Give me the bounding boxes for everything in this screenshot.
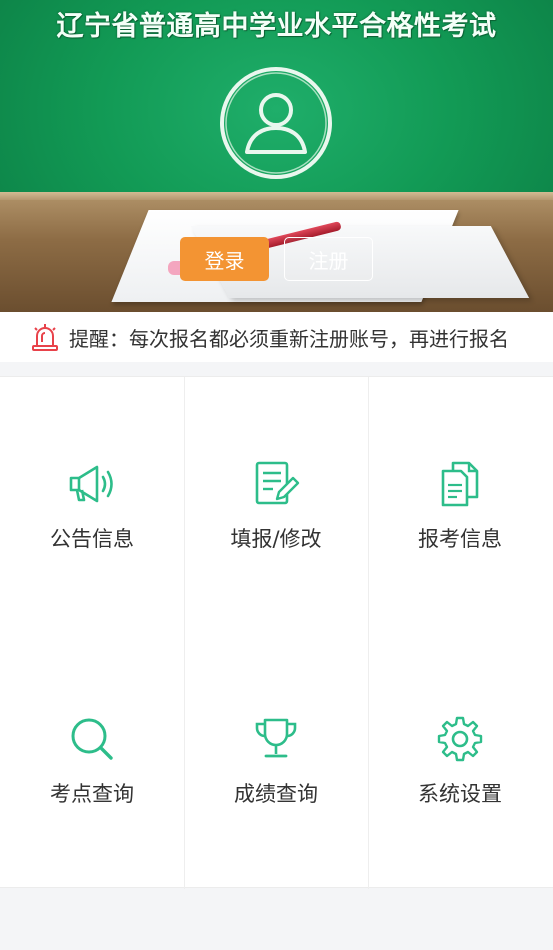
user-avatar-icon[interactable] (219, 66, 333, 180)
menu-item-score-search[interactable]: 成绩查询 (184, 632, 368, 887)
notice-bar: 提醒：每次报名都必须重新注册账号，再进行报名 (0, 312, 553, 362)
menu-item-fill-edit[interactable]: 填报/修改 (184, 377, 368, 632)
menu-grid: 公告信息 填报/修改 报考信息 考点查询 成绩查询 系统设置 (0, 376, 553, 889)
menu-item-label: 报考信息 (418, 527, 502, 551)
menu-item-exam-site-search[interactable]: 考点查询 (0, 632, 184, 887)
menu-item-label: 系统设置 (418, 782, 502, 806)
search-icon (71, 718, 113, 760)
menu-item-registration-info[interactable]: 报考信息 (368, 377, 552, 632)
register-button[interactable]: 注册 (284, 237, 373, 281)
menu-item-label: 成绩查询 (234, 782, 318, 806)
alarm-icon (32, 324, 58, 351)
documents-icon (441, 461, 479, 507)
gear-icon (437, 716, 483, 762)
login-button[interactable]: 登录 (180, 237, 269, 281)
edit-document-icon (255, 461, 300, 505)
menu-item-label: 填报/修改 (230, 527, 322, 551)
menu-item-label: 公告信息 (50, 527, 134, 551)
header-banner: 辽宁省普通高中学业水平合格性考试 登录 注册 (0, 0, 553, 312)
notice-text: 提醒：每次报名都必须重新注册账号，再进行报名 (69, 327, 509, 351)
app-title: 辽宁省普通高中学业水平合格性考试 (56, 11, 497, 42)
menu-item-label: 考点查询 (50, 782, 134, 806)
menu-item-announcements[interactable]: 公告信息 (0, 377, 184, 632)
menu-item-settings[interactable]: 系统设置 (368, 632, 552, 887)
megaphone-icon (69, 465, 113, 503)
trophy-icon (255, 718, 297, 758)
